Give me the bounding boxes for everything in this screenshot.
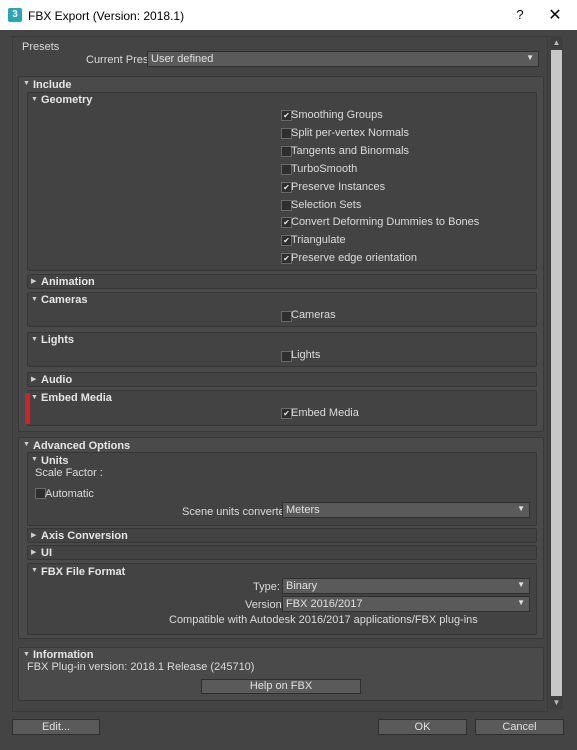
ui-collapse-icon[interactable]: ▶ [31, 548, 36, 556]
advanced-options-expand-icon[interactable]: ▼ [23, 441, 30, 448]
audio-header[interactable]: Audio [41, 374, 72, 386]
embed-media-label: Embed Media [291, 407, 359, 419]
audio-panel [27, 372, 537, 387]
information-expand-icon[interactable]: ▼ [23, 651, 30, 658]
plugin-version-text: FBX Plug-in version: 2018.1 Release (245… [27, 661, 255, 673]
lights-label: Lights [291, 349, 321, 361]
information-header[interactable]: Information [33, 649, 94, 661]
type-value: Binary [286, 580, 318, 592]
cancel-button[interactable]: Cancel [475, 719, 564, 735]
triangulate-label: Triangulate [291, 234, 346, 246]
type-label: Type: [253, 581, 280, 593]
selection-sets-label: Selection Sets [291, 199, 362, 211]
smoothing-groups-label: Smoothing Groups [291, 109, 383, 121]
animation-header[interactable]: Animation [41, 276, 95, 288]
scene-units-dropdown[interactable]: Meters ▼ [282, 502, 530, 518]
ui-header[interactable]: UI [41, 547, 52, 559]
chevron-down-icon: ▼ [517, 580, 525, 589]
edit-button[interactable]: Edit... [12, 719, 100, 735]
version-dropdown[interactable]: FBX 2016/2017 ▼ [282, 596, 530, 612]
current-preset-dropdown[interactable]: User defined ▼ [147, 51, 539, 67]
convert-dummies-label: Convert Deforming Dummies to Bones [291, 216, 480, 228]
geometry-header[interactable]: Geometry [41, 94, 92, 106]
scroll-up-arrow-icon[interactable]: ▲ [551, 38, 562, 48]
app-icon: 3 [8, 8, 22, 22]
tangents-binormals-label: Tangents and Binormals [291, 145, 410, 157]
current-preset-value: User defined [151, 53, 214, 65]
scrollbar-thumb[interactable] [551, 50, 562, 696]
scroll-down-arrow-icon[interactable]: ▼ [551, 698, 562, 708]
cameras-expand-icon[interactable]: ▼ [31, 296, 38, 303]
embed-media-expand-icon[interactable]: ▼ [31, 394, 38, 401]
red-annotation-marker [25, 393, 30, 424]
version-value: FBX 2016/2017 [286, 598, 363, 610]
axis-conversion-header[interactable]: Axis Conversion [41, 530, 128, 542]
embed-media-header[interactable]: Embed Media [41, 392, 112, 404]
fbx-file-format-header[interactable]: FBX File Format [41, 566, 125, 578]
presets-header: Presets [22, 41, 60, 53]
include-header[interactable]: Include [33, 79, 72, 91]
split-normals-label: Split per-vertex Normals [291, 127, 409, 139]
chevron-down-icon: ▼ [526, 53, 534, 62]
units-expand-icon[interactable]: ▼ [31, 456, 38, 463]
axis-conversion-collapse-icon[interactable]: ▶ [31, 531, 36, 539]
help-button[interactable]: ? [510, 7, 530, 23]
cameras-header[interactable]: Cameras [41, 294, 87, 306]
chevron-down-icon: ▼ [517, 504, 525, 513]
fbx-file-format-expand-icon[interactable]: ▼ [31, 567, 38, 574]
type-dropdown[interactable]: Binary ▼ [282, 578, 530, 594]
automatic-label: Automatic [45, 488, 94, 500]
geometry-expand-icon[interactable]: ▼ [31, 96, 38, 103]
chevron-down-icon: ▼ [517, 598, 525, 607]
preserve-edge-orientation-label: Preserve edge orientation [291, 252, 417, 264]
version-label: Version: [245, 599, 285, 611]
help-on-fbx-button[interactable]: Help on FBX [201, 679, 361, 694]
advanced-options-header[interactable]: Advanced Options [33, 440, 130, 452]
ok-button[interactable]: OK [378, 719, 467, 735]
compatibility-text: Compatible with Autodesk 2016/2017 appli… [169, 614, 478, 626]
lights-expand-icon[interactable]: ▼ [31, 336, 38, 343]
scene-units-value: Meters [286, 504, 320, 516]
include-expand-icon[interactable]: ▼ [23, 80, 30, 87]
scale-factor-label: Scale Factor : [35, 467, 103, 479]
cameras-label: Cameras [291, 309, 336, 321]
lights-header[interactable]: Lights [41, 334, 74, 346]
audio-collapse-icon[interactable]: ▶ [31, 375, 36, 383]
animation-panel [27, 274, 537, 289]
ui-panel [27, 545, 537, 560]
animation-collapse-icon[interactable]: ▶ [31, 277, 36, 285]
preserve-instances-label: Preserve Instances [291, 181, 386, 193]
close-button[interactable]: ✕ [545, 5, 565, 24]
units-header[interactable]: Units [41, 455, 69, 467]
turbosmooth-label: TurboSmooth [291, 163, 358, 175]
window-title: FBX Export (Version: 2018.1) [28, 9, 185, 23]
